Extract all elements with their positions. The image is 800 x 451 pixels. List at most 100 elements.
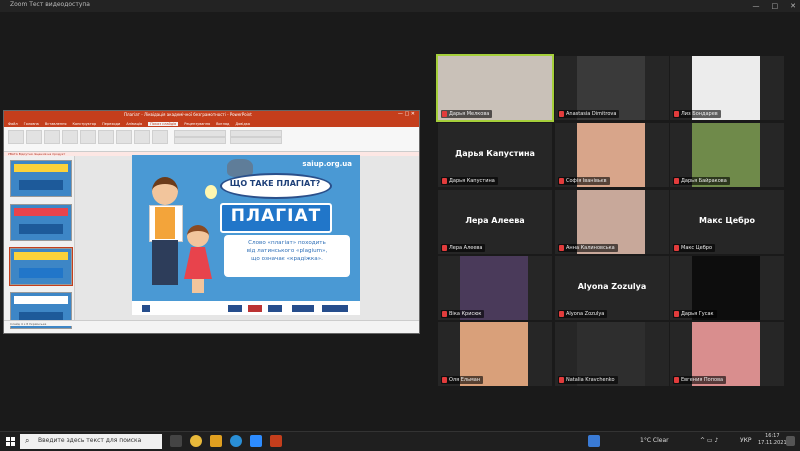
participant-tile[interactable]: Евгения Попова (670, 322, 784, 386)
participant-tile[interactable]: Alyona Zozulya Alyona Zozulya (555, 256, 669, 320)
participant-name-label: Alyona Zozulya (558, 310, 608, 318)
clock[interactable]: 16:17 17.11.2021 (758, 433, 787, 447)
girl-dress (184, 247, 212, 279)
ppt-tab[interactable]: Переходи (102, 122, 120, 126)
participant-name: Анна Калиновська (566, 245, 615, 251)
slide-line: Слово «плагіат» походить (248, 240, 326, 246)
taskbar-search-input[interactable]: ⌕ Введите здесь текст для поиска (20, 434, 162, 449)
ppt-ribbon (4, 127, 419, 152)
boy-trousers (152, 240, 178, 285)
ribbon-button[interactable] (80, 130, 96, 144)
ppt-tab[interactable]: Файл (8, 122, 18, 126)
maximize-button[interactable]: □ (772, 2, 779, 10)
participant-tile[interactable]: Дарья Байракова (670, 123, 784, 187)
minimize-button[interactable]: — (753, 2, 760, 10)
participant-name-label: Дарья Капустина (441, 177, 498, 185)
ribbon-dropdown[interactable] (230, 130, 282, 137)
slide-thumbnail[interactable] (10, 160, 72, 197)
participant-name: Natalia Kravchenko (566, 377, 615, 383)
slide-thumbnail[interactable] (10, 204, 72, 241)
file-explorer-icon[interactable] (210, 435, 222, 447)
ribbon-button[interactable] (26, 130, 42, 144)
participant-name: Лиз Бондарев (681, 111, 718, 117)
participant-tile[interactable]: Лиз Бондарев (670, 56, 784, 120)
task-view-icon[interactable] (170, 435, 182, 447)
participant-name: Евгения Попова (681, 377, 724, 383)
participant-name: Макс Цебро (681, 245, 713, 251)
ribbon-button[interactable] (8, 130, 24, 144)
ppt-tab[interactable]: Конструктор (72, 122, 96, 126)
participant-name: Дарья Мелкова (449, 111, 490, 117)
windows-start-icon[interactable] (6, 437, 15, 446)
participant-display-name: Дарья Капустина (455, 149, 535, 158)
slide-line: що означає «крадіжка». (251, 256, 323, 262)
participant-tile[interactable]: Оля Ельман (438, 322, 552, 386)
slide-description: Слово «плагіат» походить від латинського… (226, 239, 348, 263)
ppt-window-controls[interactable]: — □ ✕ (398, 111, 415, 117)
participant-tile[interactable]: Софія Іванівьєв (555, 123, 669, 187)
participant-name-label: Дарья Мелкова (441, 110, 493, 118)
muted-mic-icon (442, 377, 447, 383)
ribbon-button[interactable] (98, 130, 114, 144)
edge-icon[interactable] (230, 435, 242, 447)
ribbon-button[interactable] (44, 130, 60, 144)
ribbon-checkbox[interactable] (174, 137, 226, 144)
muted-mic-icon (559, 178, 564, 184)
ppt-status-bar: Слайд 4 з 8 Українська (4, 320, 419, 326)
ppt-tab-active[interactable]: Показ слайдів (148, 121, 179, 126)
ribbon-checkbox[interactable] (174, 130, 226, 137)
window-title: Zoom Тест видеодоступа (10, 1, 90, 8)
muted-mic-icon (559, 377, 564, 383)
weather-text[interactable]: 1°C Clear (640, 437, 669, 444)
powerpoint-icon[interactable] (270, 435, 282, 447)
participant-name: Alyona Zozulya (566, 311, 605, 317)
slide-thumbnail-selected[interactable] (9, 247, 73, 286)
notifications-icon[interactable] (786, 436, 795, 446)
tray-icons[interactable]: ^ ▭ ♪ (700, 437, 718, 444)
participant-tile[interactable]: Дарья Капустина Дарья Капустина (438, 123, 552, 187)
zoom-icon[interactable] (250, 435, 262, 447)
muted-mic-icon (442, 111, 447, 117)
girl-illustration (187, 225, 209, 247)
participant-tile[interactable]: Лера Алеева Лера Алеева (438, 190, 552, 254)
participant-tile[interactable]: Макс Цебро Макс Цебро (670, 190, 784, 254)
ppt-tab[interactable]: Анімація (126, 122, 142, 126)
participant-name: Дарья Байракова (681, 178, 727, 184)
muted-mic-icon (674, 111, 679, 117)
logo-icon (142, 305, 150, 312)
participant-tile[interactable]: Віка Крисюк (438, 256, 552, 320)
search-icon: ⌕ (25, 436, 30, 445)
windows-taskbar: ⌕ Введите здесь текст для поиска 1°C Cle… (0, 431, 800, 451)
ppt-tab[interactable]: Головна (24, 122, 39, 126)
participant-name-label: Оля Ельман (441, 376, 484, 384)
ppt-tab[interactable]: Рецензування (184, 122, 210, 126)
participant-tile[interactable]: Дарья Мелкова (436, 54, 554, 122)
muted-mic-icon (674, 377, 679, 383)
participant-tile[interactable]: Natalia Kravchenko (555, 322, 669, 386)
ribbon-button[interactable] (116, 130, 132, 144)
participant-name-label: Лера Алеева (441, 244, 486, 252)
ppt-tab[interactable]: Вигляд (216, 122, 229, 126)
participant-tile[interactable]: Анна Калиновська (555, 190, 669, 254)
ppt-tab[interactable]: Вставлення (45, 122, 67, 126)
slide-heading: ПЛАГІАТ (230, 206, 322, 226)
participant-display-name: Макс Цебро (699, 216, 755, 225)
chrome-icon[interactable] (190, 435, 202, 447)
ppt-title-bar: Плагіат - Ліквідація академічної безграм… (4, 111, 419, 120)
participant-tile[interactable]: Дарья Гусак (670, 256, 784, 320)
clock-date: 17.11.2021 (758, 440, 787, 446)
ppt-ribbon-tabs: Файл Головна Вставлення Конструктор Пере… (4, 120, 419, 127)
ribbon-checkbox[interactable] (230, 137, 282, 144)
flag-icon (248, 305, 262, 312)
ribbon-button[interactable] (62, 130, 78, 144)
muted-mic-icon (442, 178, 447, 184)
participant-tile[interactable]: Anastasia Dimitrova (555, 56, 669, 120)
language-indicator[interactable]: УКР (740, 437, 752, 444)
close-button[interactable]: ✕ (790, 2, 796, 10)
ribbon-button[interactable] (134, 130, 150, 144)
ribbon-button[interactable] (152, 130, 168, 144)
participant-name: Софія Іванівьєв (566, 178, 607, 184)
ppt-tab[interactable]: Довідка (235, 122, 250, 126)
tray-app-icon[interactable] (588, 435, 600, 447)
participant-name: Дарья Гусак (681, 311, 714, 317)
